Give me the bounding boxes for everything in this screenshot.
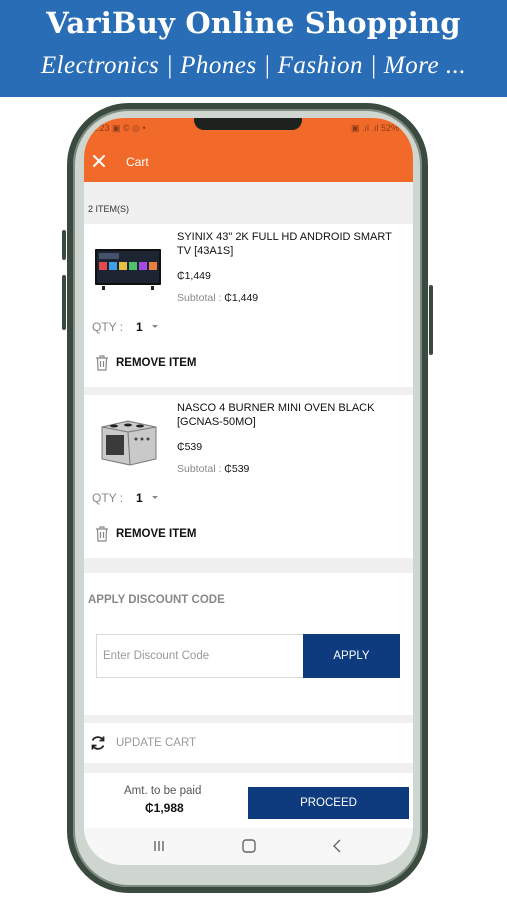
qty-label: QTY :: [92, 320, 124, 334]
discount-code-input[interactable]: [96, 634, 303, 678]
discount-label: APPLY DISCOUNT CODE: [88, 594, 225, 606]
chevron-down-icon[interactable]: [150, 323, 160, 331]
android-nav-bar: [84, 828, 413, 865]
proceed-button[interactable]: PROCEED: [248, 787, 409, 819]
cart-item: NASCO 4 BURNER MINI OVEN BLACK [GCNAS-50…: [84, 395, 413, 558]
subtotal-value: ₵1,449: [224, 292, 259, 304]
oven-image: [101, 420, 157, 466]
product-price: ₵1,449: [177, 270, 211, 282]
product-name[interactable]: NASCO 4 BURNER MINI OVEN BLACK [GCNAS-50…: [177, 401, 402, 429]
cart-item: SYINIX 43" 2K FULL HD ANDROID SMART TV […: [84, 224, 413, 387]
subtotal-label: Subtotal :: [177, 463, 225, 475]
banner-title: VariBuy Online Shopping: [46, 6, 461, 40]
banner-subtitle: Electronics | Phones | Fashion | More ..…: [40, 52, 467, 79]
amount-value: ₵1,988: [145, 801, 184, 815]
qty-select[interactable]: 1: [136, 491, 143, 505]
home-icon[interactable]: [229, 836, 269, 856]
apply-button[interactable]: APPLY: [303, 634, 400, 678]
subtotal-value: ₵539: [224, 463, 250, 475]
update-cart-label: UPDATE CART: [116, 737, 197, 749]
tv-image: [95, 249, 161, 290]
checkout-footer: Amt. to be paid ₵1,988 PROCEED: [84, 773, 413, 828]
product-name[interactable]: SYINIX 43" 2K FULL HD ANDROID SMART TV […: [177, 230, 402, 258]
remove-item-button[interactable]: REMOVE ITEM: [116, 357, 197, 369]
back-icon[interactable]: [317, 836, 357, 856]
subtotal-label: Subtotal :: [177, 292, 225, 304]
recent-apps-icon[interactable]: [139, 836, 179, 856]
amount-label: Amt. to be paid: [124, 785, 202, 797]
items-count: 2 ITEM(S): [88, 204, 130, 214]
chevron-down-icon[interactable]: [150, 494, 160, 502]
phone-power-button: [429, 285, 433, 355]
update-cart-button[interactable]: UPDATE CART: [84, 723, 413, 763]
app-bar: Cart: [84, 144, 413, 182]
phone-side-button: [62, 275, 66, 330]
status-left: 2:23 ▣ © ◎ •: [92, 123, 146, 133]
refresh-icon: [91, 736, 105, 750]
qty-select[interactable]: 1: [136, 320, 143, 334]
close-icon[interactable]: [90, 152, 108, 170]
camera-notch: [194, 118, 302, 130]
status-bar: 2:23 ▣ © ◎ • ▣ .ıl .ıl 52%: [84, 118, 413, 144]
remove-item-button[interactable]: REMOVE ITEM: [116, 528, 197, 540]
product-subtotal: Subtotal : ₵539: [177, 463, 249, 475]
banner: VariBuy Online Shopping Electronics | Ph…: [0, 0, 507, 97]
trash-icon[interactable]: [95, 526, 109, 542]
qty-label: QTY :: [92, 491, 124, 505]
product-price: ₵539: [177, 441, 203, 453]
phone-side-button: [62, 230, 66, 260]
status-right: ▣ .ıl .ıl 52%: [350, 123, 399, 133]
trash-icon[interactable]: [95, 355, 109, 371]
discount-section: APPLY DISCOUNT CODE APPLY: [84, 573, 413, 715]
page-title: Cart: [126, 155, 149, 169]
phone-screen: 2:23 ▣ © ◎ • ▣ .ıl .ıl 52% Cart 2 ITEM(S…: [84, 118, 413, 865]
product-subtotal: Subtotal : ₵1,449: [177, 292, 258, 304]
